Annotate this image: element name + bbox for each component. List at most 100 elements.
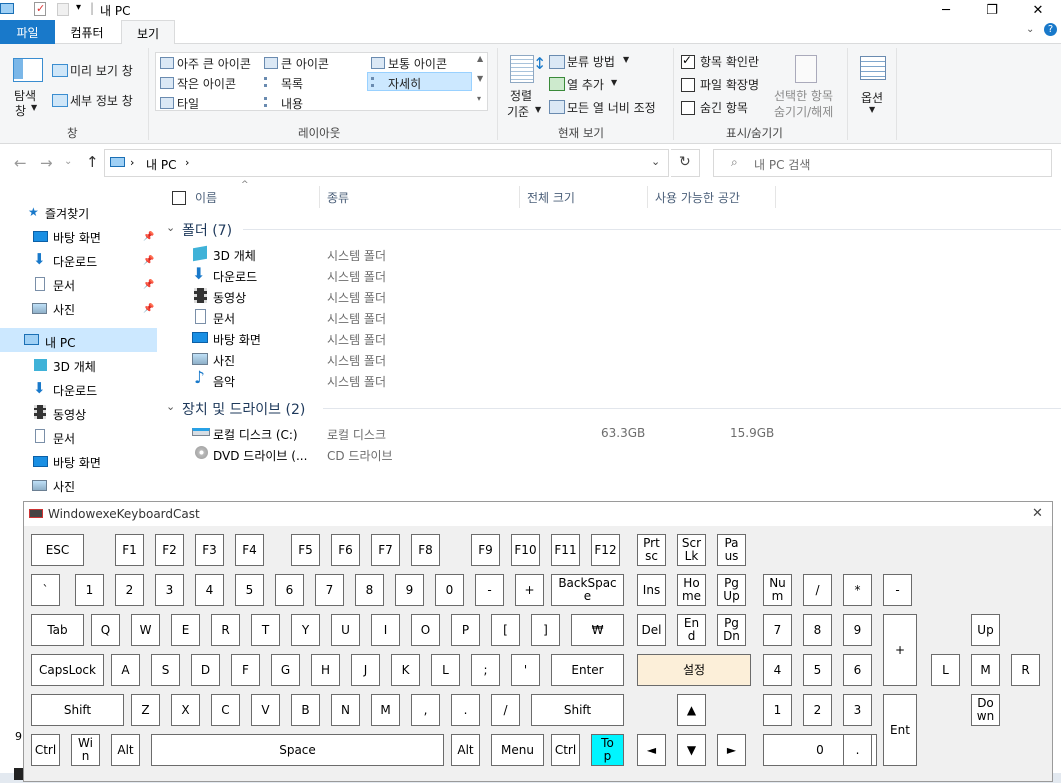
tab-view[interactable]: 보기 (121, 20, 175, 46)
key[interactable]: To p (591, 734, 624, 766)
key[interactable]: X (171, 694, 200, 726)
key[interactable]: 7 (315, 574, 344, 606)
pin-icon[interactable]: 📌 (143, 304, 154, 314)
key[interactable]: ; (471, 654, 500, 686)
select-all-checkbox[interactable] (172, 191, 186, 205)
key[interactable]: 1 (763, 694, 792, 726)
key[interactable]: M (371, 694, 400, 726)
key[interactable]: W (131, 614, 160, 646)
key[interactable]: V (251, 694, 280, 726)
recent-locations-icon[interactable]: ⌄ (64, 156, 72, 167)
breadcrumb-sep-icon[interactable]: › (130, 156, 134, 169)
hide-selected-button-line2[interactable]: 숨기기/해제 (774, 103, 833, 120)
size-all-columns-button[interactable]: 모든 열 너비 조정 (567, 99, 656, 116)
key[interactable]: 4 (763, 654, 792, 686)
nav-quick-item[interactable]: 사진 (53, 301, 75, 318)
key[interactable]: 5 (235, 574, 264, 606)
key[interactable]: ] (531, 614, 560, 646)
key[interactable]: Y (291, 614, 320, 646)
key[interactable]: Ctrl (551, 734, 580, 766)
key[interactable]: 2 (803, 694, 832, 726)
nav-quick-access[interactable]: 즐겨찾기 (45, 205, 89, 222)
key[interactable]: F2 (155, 534, 184, 566)
key[interactable]: F9 (471, 534, 500, 566)
key[interactable]: U (331, 614, 360, 646)
key[interactable]: , (411, 694, 440, 726)
collapse-drives-icon[interactable]: ⌄ (166, 400, 175, 413)
key[interactable]: 4 (195, 574, 224, 606)
column-divider[interactable] (775, 186, 776, 208)
key[interactable]: 0 (435, 574, 464, 606)
key[interactable]: G (271, 654, 300, 686)
key[interactable]: Pa us (717, 534, 746, 566)
key[interactable]: F3 (195, 534, 224, 566)
navigation-pane-icon[interactable] (13, 58, 43, 82)
list-item[interactable]: ♪ 음악 시스템 폴더 (186, 368, 426, 390)
nav-pc-item[interactable]: 문서 (53, 430, 75, 447)
maximize-button[interactable]: ❐ (969, 0, 1015, 20)
key[interactable]: Ho me (677, 574, 706, 606)
key[interactable]: ' (511, 654, 540, 686)
key[interactable]: / (491, 694, 520, 726)
key[interactable]: F12 (591, 534, 620, 566)
key[interactable]: 3 (155, 574, 184, 606)
column-free-space[interactable]: 사용 가능한 공간 (655, 189, 740, 206)
list-item[interactable]: 사진 시스템 폴더 (186, 349, 426, 369)
key[interactable]: 6 (843, 654, 872, 686)
key[interactable]: I (371, 614, 400, 646)
key[interactable]: 8 (355, 574, 384, 606)
details-pane-button[interactable]: 세부 정보 창 (70, 92, 133, 109)
column-divider[interactable] (519, 186, 520, 208)
nav-quick-item[interactable]: 다운로드 (53, 253, 97, 270)
list-item[interactable]: 바탕 화면 시스템 폴더 (186, 328, 426, 348)
up-icon[interactable]: ↑ (86, 153, 99, 171)
key[interactable]: L (931, 654, 960, 686)
nav-pc-item[interactable]: 3D 개체 (53, 358, 96, 375)
new-folder-icon[interactable] (57, 3, 69, 16)
key[interactable]: 8 (803, 614, 832, 646)
sort-dropdown-icon[interactable]: ▼ (535, 105, 541, 114)
gallery-scroll-up-icon[interactable]: ▲ (477, 54, 483, 63)
key[interactable]: M (971, 654, 1000, 686)
group-by-button[interactable]: 분류 방법 (567, 53, 615, 70)
nav-pane-dropdown-icon[interactable]: ▼ (31, 103, 37, 112)
key[interactable]: En d (677, 614, 706, 646)
item-checkboxes-checkbox[interactable]: ✓ (681, 53, 695, 69)
key[interactable]: - (883, 574, 912, 606)
group-by-dropdown-icon[interactable]: ▼ (623, 55, 629, 64)
nav-this-pc[interactable]: 내 PC (45, 334, 75, 351)
key[interactable]: Ins (637, 574, 666, 606)
hide-selected-button[interactable]: 선택한 항목 (774, 87, 833, 104)
key[interactable]: F8 (411, 534, 440, 566)
key[interactable]: Shift (531, 694, 624, 726)
group-header-folders[interactable]: 폴더 (7) (182, 220, 232, 240)
column-divider[interactable] (319, 186, 320, 208)
list-item[interactable]: DVD 드라이브 (... CD 드라이브 (186, 444, 786, 464)
key[interactable]: Pg Dn (717, 614, 746, 646)
key[interactable]: / (803, 574, 832, 606)
list-item[interactable]: ⬇ 다운로드 시스템 폴더 (186, 264, 426, 285)
key[interactable]: ESC (31, 534, 84, 566)
key[interactable]: 5 (803, 654, 832, 686)
key[interactable]: Z (131, 694, 160, 726)
list-item[interactable]: 3D 개체 시스템 폴더 (186, 244, 426, 264)
key[interactable]: P (451, 614, 480, 646)
key[interactable]: K (391, 654, 420, 686)
gallery-scroll-down-icon[interactable]: ▼ (477, 74, 483, 83)
key[interactable]: . (843, 734, 872, 766)
sort-by-button-line2[interactable]: 기준 (507, 103, 529, 120)
key[interactable]: 3 (843, 694, 872, 726)
key[interactable]: N (331, 694, 360, 726)
key[interactable]: Prt sc (637, 534, 666, 566)
sort-by-button[interactable]: 정렬 (510, 87, 532, 104)
ribbon-expand-icon[interactable]: ⌄ (1026, 24, 1034, 35)
breadcrumb-sep2-icon[interactable]: › (185, 156, 189, 169)
key[interactable]: Nu m (763, 574, 792, 606)
key[interactable]: . (451, 694, 480, 726)
key[interactable]: Space (151, 734, 444, 766)
layout-extra-large-icons[interactable]: 아주 큰 아이콘 (177, 55, 251, 72)
key[interactable]: F4 (235, 534, 264, 566)
key[interactable]: Up (971, 614, 1000, 646)
gallery-more-icon[interactable]: ▾ (477, 94, 481, 103)
key[interactable]: S (151, 654, 180, 686)
